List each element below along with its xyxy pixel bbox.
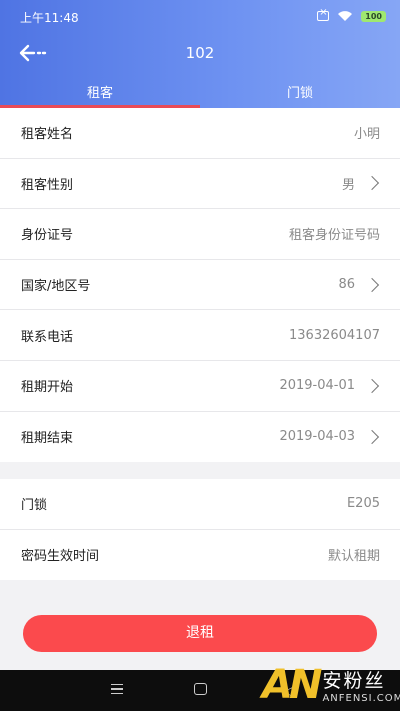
wifi-icon <box>338 11 353 21</box>
lock-info-list: 门锁 E205 密码生效时间 默认租期 <box>0 479 400 581</box>
chevron-right-icon <box>364 176 380 191</box>
chevron-right-icon <box>364 378 380 393</box>
door-lock-value: E205 <box>346 496 380 512</box>
tenant-info-list: 租客姓名 小明 租客性别 男 身份证号 租客身份证号码 国家/地区号 86 联系… <box>0 108 400 463</box>
lease-start-row[interactable]: 租期开始 2019-04-01 <box>0 361 400 412</box>
id-number-row[interactable]: 身份证号 租客身份证号码 <box>0 209 400 260</box>
tab-tenant[interactable]: 租客 <box>0 74 200 108</box>
watermark-name: 安粉丝 <box>322 670 386 692</box>
watermark: AN 安粉丝 ANFENSI.COM <box>262 660 400 710</box>
row-label: 租期开始 <box>21 380 74 396</box>
app-header: 上午11:48 100 102 租客 门锁 <box>0 0 400 108</box>
lease-start-value: 2019-04-01 <box>279 378 355 394</box>
tenant-name-value: 小明 <box>353 127 380 143</box>
status-icons: 100 <box>317 7 386 22</box>
country-code-value: 86 <box>338 277 355 293</box>
tab-lock[interactable]: 门锁 <box>200 74 400 108</box>
watermark-text: 安粉丝 ANFENSI.COM <box>322 666 400 704</box>
row-label: 租客姓名 <box>21 127 74 143</box>
status-bar: 上午11:48 100 <box>0 0 400 34</box>
row-label: 租客性别 <box>21 177 74 193</box>
lease-end-row[interactable]: 租期结束 2019-04-03 <box>0 412 400 463</box>
lease-end-value: 2019-04-03 <box>279 429 355 445</box>
page-title: 102 <box>185 44 215 62</box>
row-label: 租期结束 <box>21 431 74 447</box>
row-label: 联系电话 <box>21 329 74 345</box>
watermark-logo: AN <box>262 662 322 708</box>
phone-value: 13632604107 <box>289 327 380 343</box>
row-label: 密码生效时间 <box>21 549 100 565</box>
watermark-domain: ANFENSI.COM <box>322 693 400 704</box>
status-time: 上午11:48 <box>20 11 79 25</box>
checkout-button[interactable]: 退租 <box>23 615 377 652</box>
tenant-gender-value: 男 <box>341 177 355 193</box>
row-label: 身份证号 <box>21 228 74 244</box>
id-number-placeholder: 租客身份证号码 <box>288 228 380 244</box>
menu-icon[interactable] <box>111 684 123 694</box>
home-icon[interactable] <box>194 683 207 695</box>
tenant-gender-row[interactable]: 租客性别 男 <box>0 159 400 210</box>
chevron-right-icon <box>364 429 380 444</box>
phone-row[interactable]: 联系电话 13632604107 <box>0 310 400 361</box>
tenant-name-row[interactable]: 租客姓名 小明 <box>0 108 400 159</box>
nav-bar: 102 <box>0 34 400 74</box>
password-validity-value: 默认租期 <box>327 549 380 565</box>
tab-bar: 租客 门锁 <box>0 74 400 108</box>
password-validity-row[interactable]: 密码生效时间 默认租期 <box>0 530 400 581</box>
country-code-row[interactable]: 国家/地区号 86 <box>0 260 400 311</box>
door-lock-row[interactable]: 门锁 E205 <box>0 479 400 530</box>
sim-icon <box>317 7 330 21</box>
chevron-right-icon <box>364 277 380 292</box>
row-label: 门锁 <box>21 498 48 514</box>
battery-icon: 100 <box>361 10 386 22</box>
row-label: 国家/地区号 <box>21 279 91 295</box>
